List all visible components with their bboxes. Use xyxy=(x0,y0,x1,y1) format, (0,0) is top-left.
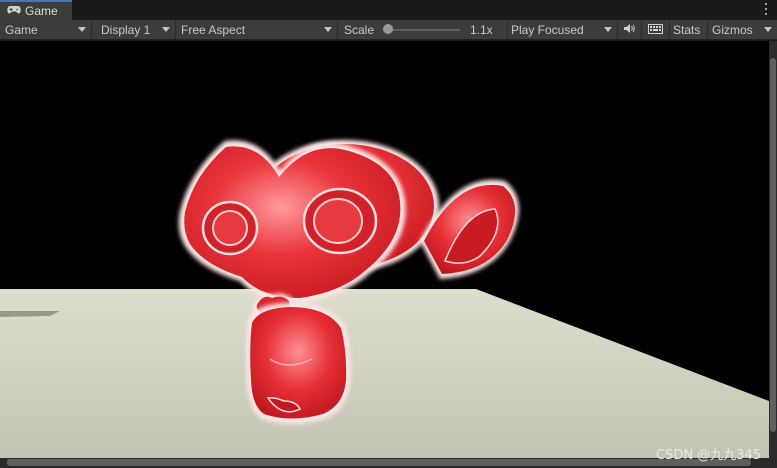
chevron-down-icon xyxy=(324,27,332,32)
chevron-down-icon xyxy=(764,27,772,32)
tab-label: Game xyxy=(25,4,58,18)
gizmos-dropdown[interactable]: Gizmos xyxy=(708,20,777,39)
play-mode-dropdown[interactable]: Play Focused xyxy=(508,20,618,39)
chevron-down-icon xyxy=(162,27,170,32)
tab-game[interactable]: Game xyxy=(0,0,72,20)
keyboard-icon xyxy=(648,23,663,37)
display-label: Display 1 xyxy=(101,22,151,37)
horizontal-scrollbar-thumb[interactable] xyxy=(7,459,751,466)
vertical-scrollbar-thumb[interactable] xyxy=(770,58,776,432)
view-mode-dropdown[interactable]: Game xyxy=(0,20,92,39)
scale-value: 1.1x xyxy=(470,22,493,37)
kebab-menu-icon[interactable] xyxy=(763,2,769,16)
chevron-down-icon xyxy=(78,27,86,32)
display-dropdown[interactable]: Display 1 xyxy=(92,20,176,39)
stats-button[interactable]: Stats xyxy=(670,20,708,39)
shortcuts-button[interactable] xyxy=(642,20,670,39)
scale-label: Scale xyxy=(344,22,375,37)
tab-bar: Game xyxy=(0,0,777,20)
game-viewport[interactable] xyxy=(0,41,769,458)
speaker-icon xyxy=(623,23,636,37)
gamepad-icon xyxy=(7,4,21,18)
aspect-label: Free Aspect xyxy=(181,22,246,37)
play-mode-label: Play Focused xyxy=(511,22,584,37)
floor-plane xyxy=(0,289,769,458)
mute-audio-button[interactable] xyxy=(618,20,642,39)
view-mode-label: Game xyxy=(5,22,38,37)
gizmos-label: Gizmos xyxy=(712,22,753,37)
game-render xyxy=(0,140,769,458)
chevron-down-icon xyxy=(604,27,612,32)
aspect-dropdown[interactable]: Free Aspect xyxy=(176,20,338,39)
scale-slider-thumb[interactable] xyxy=(383,24,393,34)
stats-label: Stats xyxy=(673,22,701,37)
watermark: CSDN @九九345 xyxy=(655,448,761,463)
scale-slider-track[interactable] xyxy=(388,29,460,31)
